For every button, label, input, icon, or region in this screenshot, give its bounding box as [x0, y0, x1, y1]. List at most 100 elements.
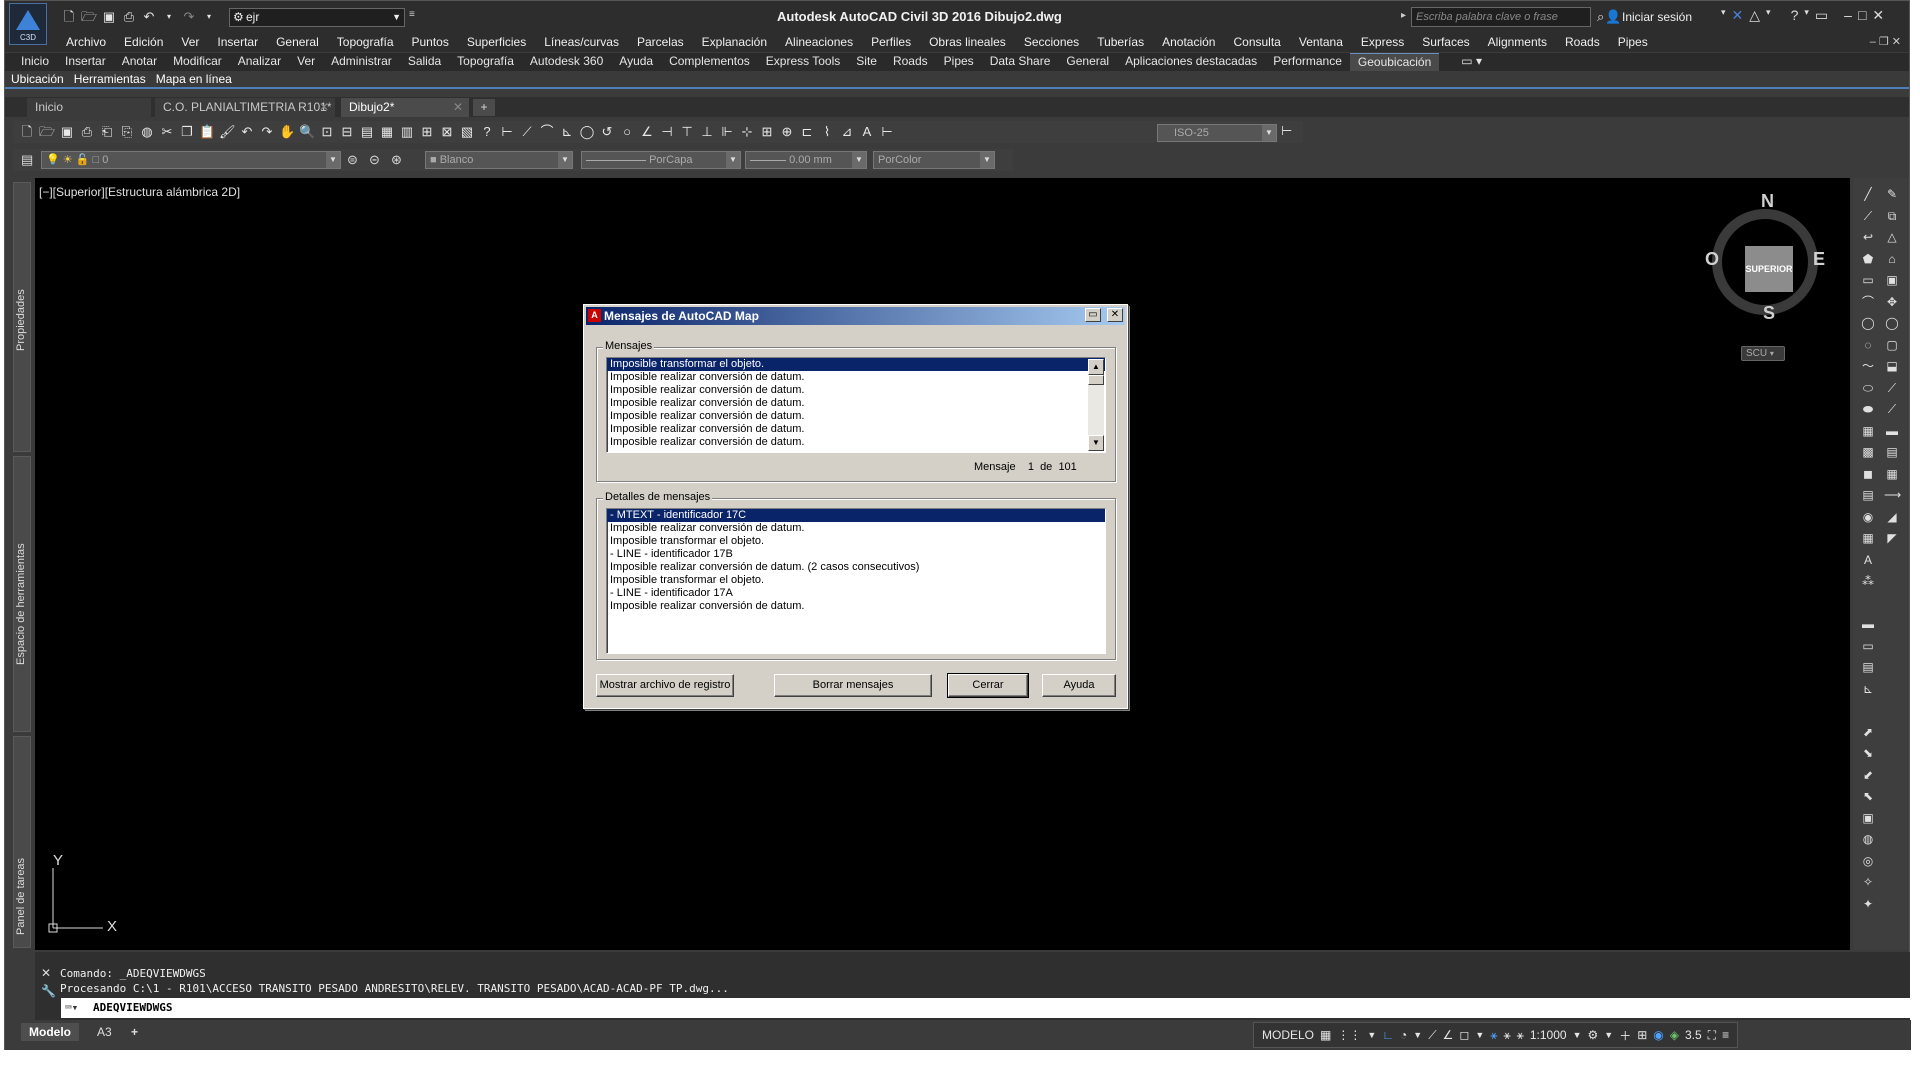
radius-dim-icon[interactable]: ◯	[579, 124, 595, 140]
restore-icon[interactable]: ▭	[1085, 308, 1101, 322]
polygon-icon[interactable]: ⬟	[1860, 251, 1876, 267]
tool-palettes-icon[interactable]: ▥	[399, 124, 415, 140]
detail-row[interactable]: Imposible transformar el objeto.	[607, 535, 1105, 548]
close-tab-icon[interactable]: ✕	[319, 98, 329, 117]
menu-item[interactable]: Alineaciones	[776, 34, 862, 52]
ribbon-tab[interactable]: Geoubicación	[1349, 53, 1440, 71]
extend-icon[interactable]: ⟋	[1884, 401, 1900, 417]
light-icon[interactable]: ✧	[1860, 874, 1876, 890]
insert-block-icon[interactable]: ▦	[1860, 423, 1876, 439]
redo-dropdown-icon[interactable]: ▾	[201, 9, 217, 25]
polar-icon[interactable]: ◔	[1400, 1028, 1407, 1042]
model-space-button[interactable]: MODELO	[1262, 1028, 1314, 1042]
wrench-icon[interactable]: 🔧	[41, 984, 56, 998]
dim-edit-icon[interactable]: ⊿	[839, 124, 855, 140]
message-row[interactable]: Imposible transformar el objeto.	[607, 358, 1105, 371]
mirror-icon[interactable]: △	[1884, 229, 1900, 245]
wipeout-icon[interactable]: ▬	[1860, 616, 1876, 632]
open-folder-icon[interactable]: 🗁	[81, 9, 97, 25]
detail-row[interactable]: - LINE - identificador 17A	[607, 587, 1105, 600]
task-pane-palette-tab[interactable]: Panel de tareas	[13, 736, 31, 948]
workspace-select[interactable]: ⚙ ejr ▼	[229, 8, 405, 27]
messages-listbox[interactable]: Imposible transformar el objeto. Imposibl…	[606, 357, 1106, 453]
layer-select[interactable]: 💡 ☀ 🔓 □ 0 ▼	[41, 151, 341, 169]
menu-item[interactable]: Obras lineales	[920, 34, 1015, 52]
add-selected-icon[interactable]: ⁂	[1860, 573, 1876, 589]
cloud-icon[interactable]: ◌	[1860, 337, 1876, 353]
polyline-icon[interactable]: ↩	[1860, 229, 1876, 245]
make-current-icon[interactable]: ⊜	[347, 152, 358, 168]
offset-icon[interactable]: ⌂	[1884, 251, 1900, 267]
detail-row[interactable]: Imposible realizar conversión de datum. …	[607, 561, 1105, 574]
viewport-controls[interactable]: [−][Superior][Estructura alámbrica 2D]	[39, 185, 240, 199]
osnap-icon[interactable]: ◻	[1459, 1028, 1469, 1042]
zoom-realtime-icon[interactable]: 🔍	[299, 124, 315, 140]
dim-style-select[interactable]: ISO-25 ▼	[1157, 124, 1277, 142]
view-icon[interactable]: ▣	[1860, 810, 1876, 826]
minimize-icon[interactable]: –	[1844, 7, 1852, 24]
lineweight-select[interactable]: 0.00 mm ▼	[745, 151, 867, 169]
linetype-select[interactable]: PorCapa ▼	[581, 151, 741, 169]
new-layout-button[interactable]: +	[123, 1023, 146, 1041]
ribbon-tab[interactable]: Site	[848, 53, 885, 71]
plot-preview-icon[interactable]: ⎗	[99, 124, 115, 140]
customize-icon[interactable]: ≡	[1722, 1028, 1729, 1042]
tab-planialtimetria[interactable]: C.O. PLANIALTIMETRIA R101* ✕	[155, 98, 335, 117]
show-log-button[interactable]: Mostrar archivo de registro	[596, 674, 734, 697]
array-icon[interactable]: ▣	[1884, 272, 1900, 288]
signin-link[interactable]: Iniciar sesión	[1622, 10, 1692, 24]
layer-states-icon[interactable]: ⊛	[391, 152, 402, 168]
rotate-icon[interactable]: ◯	[1884, 315, 1900, 331]
new-icon[interactable]: 🗋	[19, 124, 35, 140]
save-icon[interactable]: ▣	[59, 124, 75, 140]
snap-icon[interactable]: ⋮⋮	[1337, 1028, 1361, 1042]
menu-item[interactable]: Express	[1352, 34, 1413, 52]
message-row[interactable]: Imposible realizar conversión de datum.	[607, 423, 1105, 436]
trim-icon[interactable]: ⟋	[1884, 380, 1900, 396]
ribbon-tab[interactable]: Autodesk 360	[522, 53, 611, 71]
zoom-icon[interactable]: ◎	[1860, 853, 1876, 869]
region2-icon[interactable]: ▤	[1860, 659, 1876, 675]
details-listbox[interactable]: - MTEXT - identificador 17C Imposible rea…	[606, 508, 1106, 654]
ribbon-tab[interactable]: Express Tools	[758, 53, 848, 71]
message-row[interactable]: Imposible realizar conversión de datum.	[607, 410, 1105, 423]
menu-item[interactable]: Anotación	[1153, 34, 1224, 52]
markup-icon[interactable]: ⊠	[439, 124, 455, 140]
orbit-icon[interactable]: ◍	[1860, 831, 1876, 847]
region-icon[interactable]: ▦	[1860, 530, 1876, 546]
menu-item[interactable]: Puntos	[403, 34, 458, 52]
compass-east[interactable]: E	[1813, 249, 1825, 270]
a360-icon[interactable]: △	[1749, 7, 1760, 24]
menu-item[interactable]: Secciones	[1015, 34, 1088, 52]
hatch-icon[interactable]: ▤	[1860, 487, 1876, 503]
close-icon[interactable]: ✕	[1872, 7, 1884, 24]
scale-dropdown-icon[interactable]: ▼	[1573, 1030, 1582, 1040]
scale-value[interactable]: 1:1000	[1530, 1028, 1567, 1042]
move-icon[interactable]: ✥	[1884, 294, 1900, 310]
close-button[interactable]: Cerrar	[947, 673, 1029, 698]
viewcube[interactable]: SUPERIOR N S E O	[1705, 191, 1829, 323]
menu-item[interactable]: Pipes	[1609, 34, 1657, 52]
ribbon-tab[interactable]: Pipes	[936, 53, 982, 71]
compass-west[interactable]: O	[1705, 249, 1719, 270]
erase-icon[interactable]: ✎	[1884, 186, 1900, 202]
copy-icon[interactable]: ⧉	[1884, 208, 1900, 224]
ribbon-tab[interactable]: Salida	[400, 53, 449, 71]
menu-item[interactable]: Perfiles	[862, 34, 920, 52]
layer-properties-icon[interactable]: ▤	[21, 152, 33, 168]
menu-item[interactable]: Ventana	[1290, 34, 1352, 52]
menu-item[interactable]: Superficies	[458, 34, 535, 52]
help-icon[interactable]: ?	[479, 124, 495, 140]
ribbon-panel-label[interactable]: Mapa en línea	[156, 71, 232, 87]
new-tab-button[interactable]: +	[473, 99, 495, 116]
mtext-icon[interactable]: A	[1860, 552, 1876, 568]
tab-inicio[interactable]: Inicio	[27, 98, 151, 117]
ucs-menu[interactable]: SCU ▾	[1741, 346, 1785, 361]
detail-row[interactable]: - MTEXT - identificador 17C	[607, 509, 1105, 522]
circle-icon[interactable]: ◯	[1860, 315, 1876, 331]
help-icon[interactable]: ?	[1791, 7, 1799, 24]
message-row[interactable]: Imposible realizar conversión de datum.	[607, 436, 1105, 449]
construction-line-icon[interactable]: ⟋	[1860, 208, 1876, 224]
close-icon[interactable]: ✕	[41, 966, 51, 980]
inspection-icon[interactable]: ⊏	[799, 124, 815, 140]
